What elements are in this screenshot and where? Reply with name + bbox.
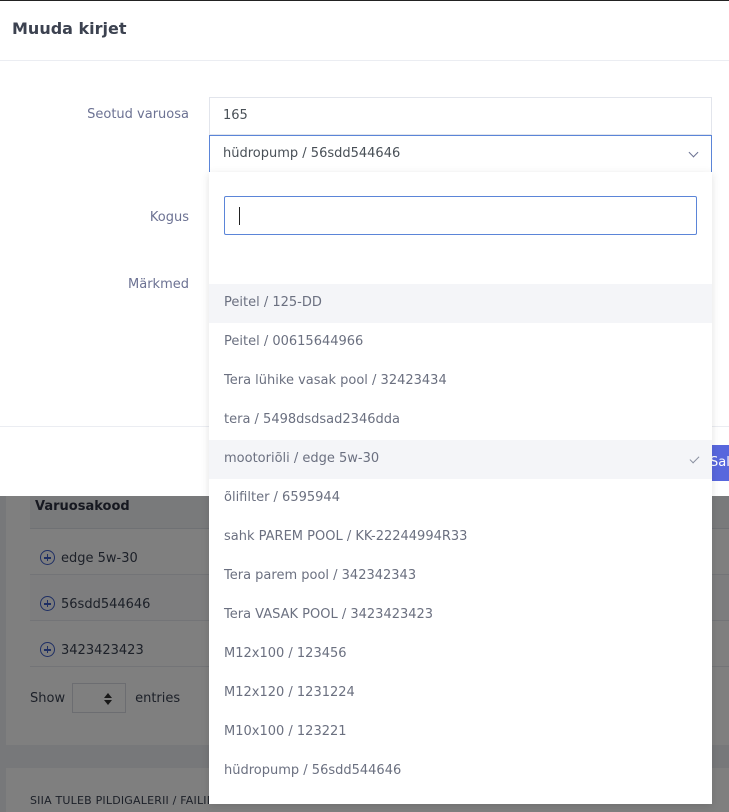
option-label: Tera lühike vasak pool / 32423434 <box>224 373 447 388</box>
dropdown-option[interactable]: M12x120 / 1231224 <box>209 674 712 713</box>
dropdown-option[interactable]: tera / 5498dsdsad2346dda <box>209 401 712 440</box>
dropdown-option-selected[interactable]: mootoriõli / edge 5w-30 <box>209 440 712 479</box>
dropdown-option[interactable]: õlifilter / 6595944 <box>209 479 712 518</box>
option-label: M12x100 / 123456 <box>224 646 347 661</box>
option-label: tera / 5498dsdsad2346dda <box>224 412 400 427</box>
option-label: õlifilter / 6595944 <box>224 490 340 505</box>
dropdown-option[interactable]: Peitel / 00615644966 <box>209 323 712 362</box>
text-cursor <box>239 207 240 225</box>
option-label: sahk PAREM POOL / KK-22244994R33 <box>224 529 468 544</box>
linked-part-input[interactable]: 165 <box>209 97 712 135</box>
chevron-down-icon <box>688 147 699 158</box>
dropdown-option[interactable]: Peitel / 125-DD <box>209 284 712 323</box>
notes-label: Märkmed <box>128 277 189 292</box>
modal-title: Muuda kirjet <box>12 19 127 38</box>
dropdown-option[interactable]: M10x100 / 123221 <box>209 713 712 752</box>
option-label: Tera VASAK POOL / 3423423423 <box>224 607 434 622</box>
dropdown-option[interactable]: Tera lühike vasak pool / 32423434 <box>209 362 712 401</box>
option-label: Peitel / 125-DD <box>224 295 322 310</box>
check-icon <box>689 453 700 464</box>
dropdown-options: Peitel / 125-DD Peitel / 00615644966 Ter… <box>209 284 712 791</box>
select-value: hüdropump / 56sdd544646 <box>223 146 401 161</box>
option-label: mootoriõli / edge 5w-30 <box>224 451 380 466</box>
option-label: hüdropump / 56sdd544646 <box>224 763 402 778</box>
option-label: M12x120 / 1231224 <box>224 685 355 700</box>
option-label: Peitel / 00615644966 <box>224 334 364 349</box>
quantity-label: Kogus <box>149 210 189 225</box>
dropdown-option[interactable]: sahk PAREM POOL / KK-22244994R33 <box>209 518 712 557</box>
dropdown-option[interactable]: hüdropump / 56sdd544646 <box>209 752 712 791</box>
option-label: Tera parem pool / 342342343 <box>224 568 417 583</box>
dropdown-option[interactable]: M12x100 / 123456 <box>209 635 712 674</box>
linked-part-label: Seotud varuosa <box>87 107 189 122</box>
modal-header: Muuda kirjet <box>0 1 729 61</box>
option-label: M10x100 / 123221 <box>224 724 347 739</box>
dropdown-option[interactable]: Tera parem pool / 342342343 <box>209 557 712 596</box>
dropdown-option[interactable]: Tera VASAK POOL / 3423423423 <box>209 596 712 635</box>
dropdown-search-input[interactable] <box>224 196 697 235</box>
select-dropdown: Peitel / 125-DD Peitel / 00615644966 Ter… <box>209 172 712 804</box>
linked-part-select[interactable]: hüdropump / 56sdd544646 <box>209 135 712 173</box>
